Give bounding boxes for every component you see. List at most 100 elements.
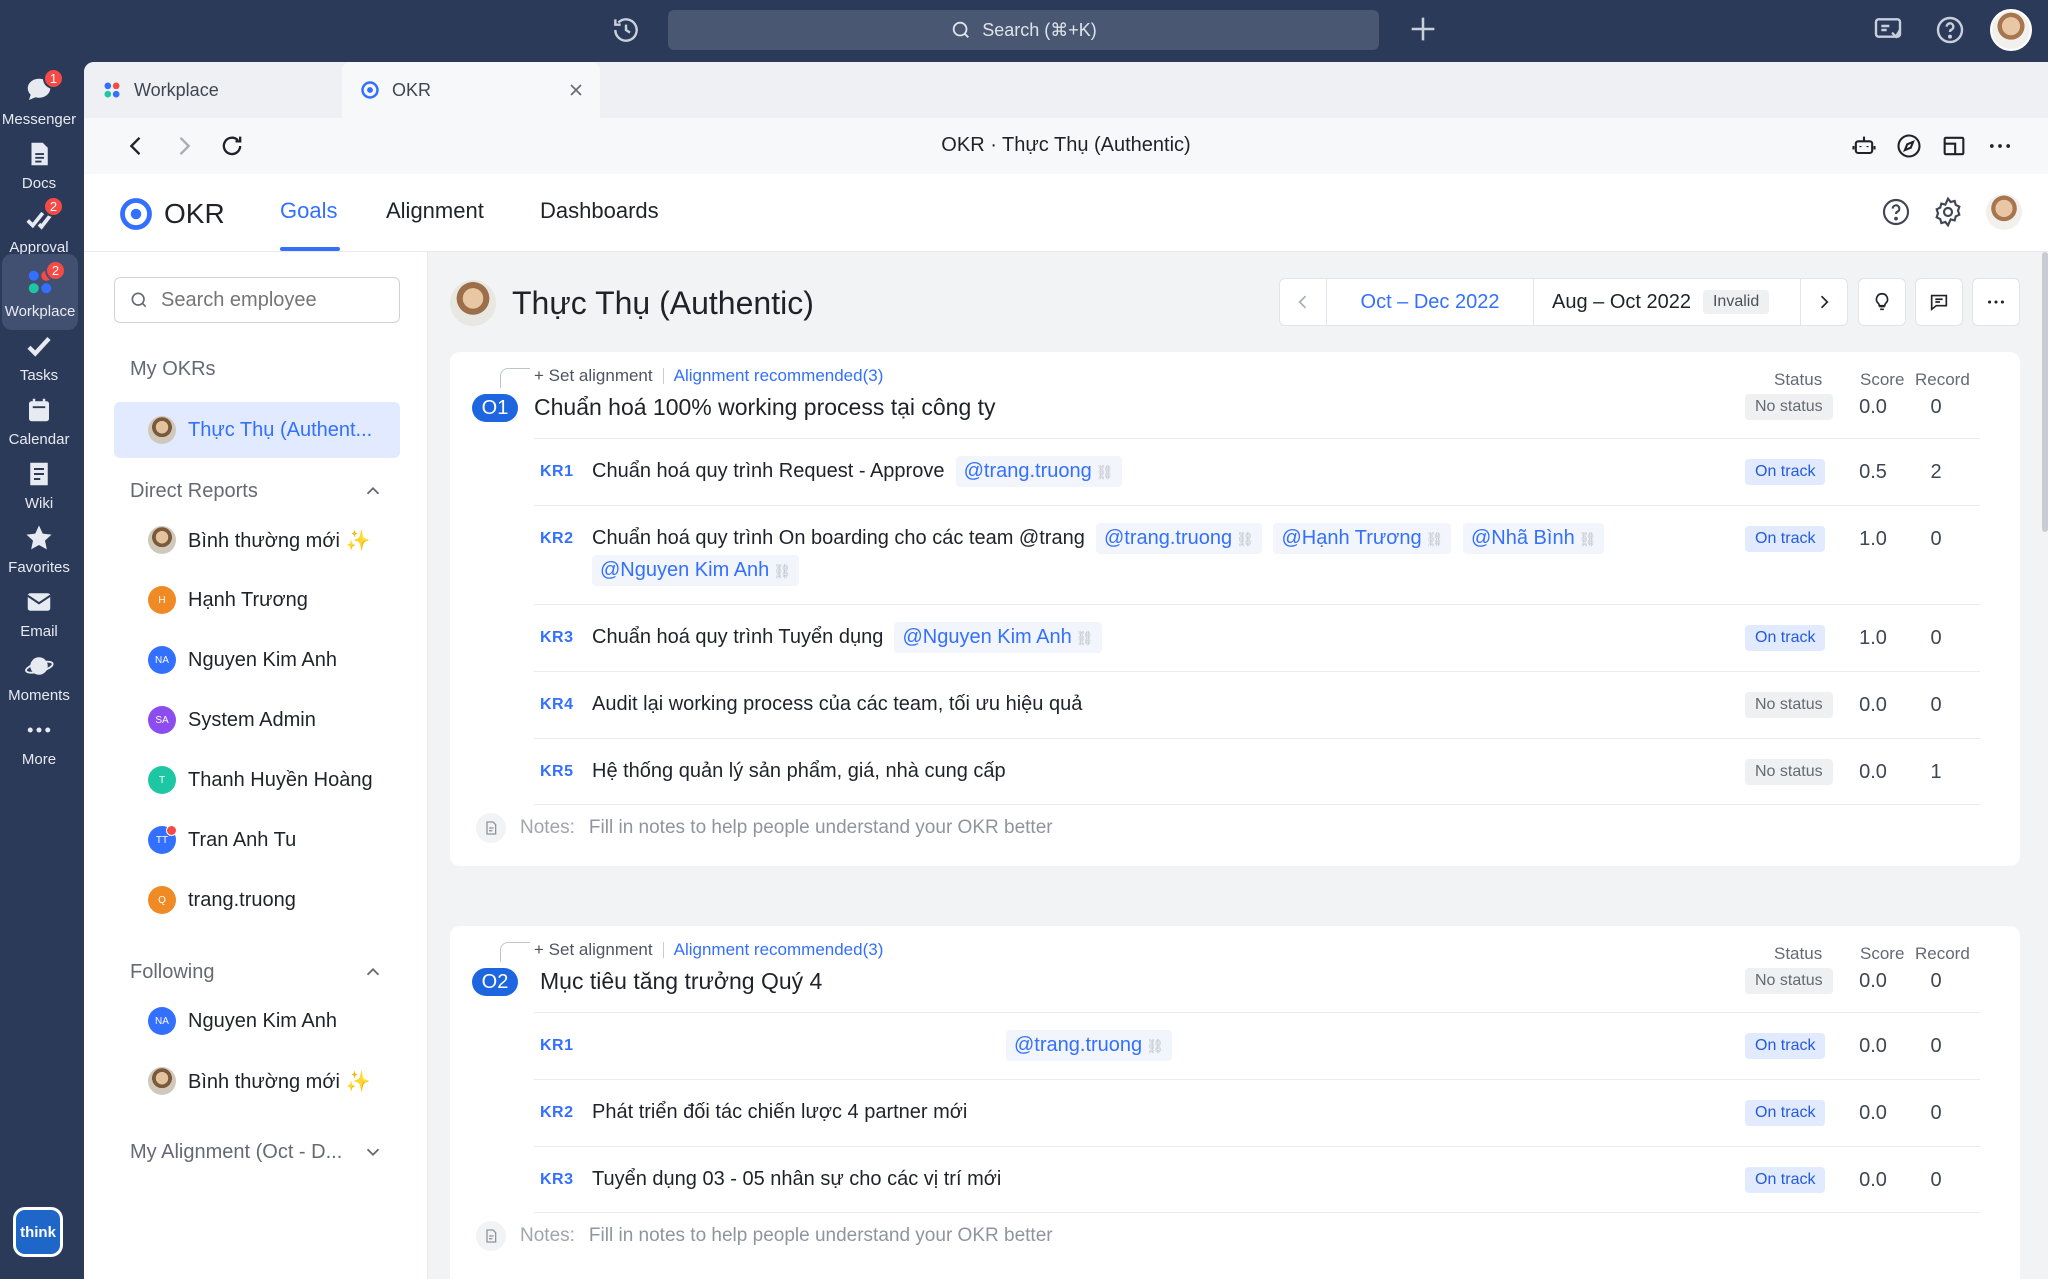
status-badge[interactable]: On track (1745, 1033, 1826, 1059)
status-badge[interactable]: On track (1745, 526, 1826, 552)
score-value[interactable]: 0.5 (1853, 461, 1893, 484)
sidebar-item-direct-report[interactable]: TT Tran Anh Tu (114, 812, 400, 868)
record-value[interactable]: 0 (1916, 1169, 1956, 1192)
period-prev-button[interactable] (1279, 278, 1327, 326)
record-value[interactable]: 0 (1916, 970, 1956, 993)
record-value[interactable]: 0 (1916, 627, 1956, 650)
screen-feedback-icon[interactable] (1872, 14, 1904, 46)
set-alignment-button[interactable]: + Set alignment (534, 940, 653, 960)
sidebar-item-direct-report[interactable]: Bình thường mới ✨ (114, 512, 400, 568)
sidebar-item-direct-report[interactable]: SA System Admin (114, 692, 400, 748)
key-result-row[interactable]: KR4 Audit lại working process của các te… (534, 671, 1980, 738)
sidebar-item-direct-report[interactable]: Q trang.truong (114, 872, 400, 928)
status-badge[interactable]: No status (1745, 968, 1833, 994)
mention-tag[interactable]: @trang.truong ⛓ (955, 456, 1122, 487)
score-value[interactable]: 0.0 (1853, 694, 1893, 717)
mention-tag[interactable]: @Nguyen Kim Anh ⛓ (592, 555, 800, 586)
mention-tag[interactable]: @trang.truong ⛓ (1095, 523, 1262, 554)
notes-field[interactable]: Notes: Fill in notes to help people unde… (476, 813, 1053, 843)
alignment-recommended-link[interactable]: Alignment recommended(3) (674, 940, 884, 960)
compass-icon[interactable] (1895, 132, 1923, 160)
tenant-logo[interactable]: think (13, 1207, 63, 1257)
user-avatar[interactable] (1986, 194, 2022, 230)
help-icon[interactable] (1934, 14, 1966, 46)
open-in-window-icon[interactable] (1940, 132, 1968, 160)
score-value[interactable]: 0.0 (1853, 396, 1893, 419)
score-value[interactable]: 0.0 (1853, 761, 1893, 784)
score-value[interactable]: 1.0 (1853, 627, 1893, 650)
more-button[interactable] (1972, 278, 2020, 326)
status-badge[interactable]: No status (1745, 394, 1833, 420)
record-value[interactable]: 0 (1916, 528, 1956, 551)
tab-dashboards[interactable]: Dashboards (540, 198, 659, 224)
period-next-button[interactable] (1800, 278, 1848, 326)
search-employee-input[interactable] (161, 288, 381, 312)
nav-more[interactable]: More (0, 702, 78, 778)
my-alignment-title[interactable]: My Alignment (Oct - D... (130, 1141, 342, 1164)
score-value[interactable]: 0.0 (1853, 1102, 1893, 1125)
record-value[interactable]: 0 (1916, 396, 1956, 419)
close-icon[interactable] (566, 80, 586, 100)
score-value[interactable]: 0.0 (1853, 1169, 1893, 1192)
key-result-row[interactable]: KR1 @trang.truong ⛓ On track 0.0 0 (534, 1012, 1980, 1079)
plus-icon[interactable] (1406, 12, 1440, 46)
mention-tag[interactable]: @Nguyen Kim Anh ⛓ (894, 622, 1102, 653)
sidebar-item-following[interactable]: NA Nguyen Kim Anh (114, 993, 400, 1049)
user-avatar[interactable] (1990, 9, 2032, 51)
key-result-row[interactable]: KR3 Chuẩn hoá quy trình Tuyển dụng @Nguy… (534, 604, 1980, 671)
mention-tag[interactable]: @Nhã Bình ⛓ (1463, 523, 1605, 554)
chevron-up-icon[interactable] (362, 480, 384, 502)
history-icon[interactable] (610, 14, 642, 46)
key-result-row[interactable]: KR2 Chuẩn hoá quy trình On boarding cho … (534, 505, 1980, 604)
mention-tag[interactable]: @trang.truong ⛓ (1006, 1030, 1172, 1061)
status-badge[interactable]: On track (1745, 459, 1826, 485)
global-search[interactable]: Search (⌘+K) (668, 10, 1379, 50)
record-value[interactable]: 1 (1916, 761, 1956, 784)
key-result-row[interactable]: KR5 Hệ thống quản lý sản phẩm, giá, nhà … (534, 738, 1980, 805)
sidebar-item-direct-report[interactable]: T Thanh Huyền Hoàng (114, 752, 400, 808)
comments-button[interactable] (1915, 278, 1963, 326)
record-value[interactable]: 0 (1916, 1102, 1956, 1125)
tab-goals[interactable]: Goals (280, 198, 337, 224)
help-icon[interactable] (1880, 196, 1912, 228)
record-value[interactable]: 0 (1916, 1035, 1956, 1058)
key-result-row[interactable]: KR1 Chuẩn hoá quy trình Request - Approv… (534, 438, 1980, 505)
scrollbar[interactable] (2042, 252, 2048, 532)
okr-logo[interactable]: OKR (118, 196, 225, 232)
alignment-recommended-link[interactable]: Alignment recommended(3) (674, 366, 884, 386)
objective-title[interactable]: Mục tiêu tăng trưởng Quý 4 (540, 968, 822, 995)
sidebar-item-direct-report[interactable]: NA Nguyen Kim Anh (114, 632, 400, 688)
status-badge[interactable]: On track (1745, 625, 1826, 651)
gear-icon[interactable] (1932, 196, 1964, 228)
sidebar-item-my-okr[interactable]: Thực Thụ (Authent... (114, 402, 400, 458)
chevron-down-icon[interactable] (362, 1141, 384, 1163)
status-badge[interactable]: On track (1745, 1100, 1826, 1126)
sidebar-item-direct-report[interactable]: H Hạnh Trương (114, 572, 400, 628)
tab-okr[interactable]: OKR (342, 62, 600, 118)
record-value[interactable]: 2 (1916, 461, 1956, 484)
key-result-row[interactable]: KR3 Tuyển dụng 03 - 05 nhân sự cho các v… (534, 1146, 1980, 1213)
employee-search[interactable] (114, 277, 400, 323)
key-result-row[interactable]: KR2 Phát triển đối tác chiến lược 4 part… (534, 1079, 1980, 1146)
score-value[interactable]: 0.0 (1853, 1035, 1893, 1058)
chevron-up-icon[interactable] (362, 961, 384, 983)
notes-field[interactable]: Notes: Fill in notes to help people unde… (476, 1221, 1053, 1251)
score-value[interactable]: 0.0 (1853, 970, 1893, 993)
status-badge[interactable]: No status (1745, 692, 1833, 718)
status-badge[interactable]: No status (1745, 759, 1833, 785)
robot-icon[interactable] (1850, 132, 1878, 160)
score-value[interactable]: 1.0 (1853, 528, 1893, 551)
period-current[interactable]: Oct – Dec 2022 (1326, 278, 1534, 326)
period-other[interactable]: Aug – Oct 2022 Invalid (1533, 278, 1801, 326)
tips-button[interactable] (1858, 278, 1906, 326)
set-alignment-button[interactable]: + Set alignment (534, 366, 653, 386)
tab-workplace[interactable]: Workplace (84, 62, 342, 118)
mention-tag[interactable]: @Hạnh Trương ⛓ (1273, 523, 1452, 554)
okr-target-icon (361, 81, 379, 99)
tab-alignment[interactable]: Alignment (386, 198, 484, 224)
objective-title[interactable]: Chuẩn hoá 100% working process tại công … (534, 394, 996, 421)
sidebar-item-following[interactable]: Bình thường mới ✨ (114, 1053, 400, 1109)
status-badge[interactable]: On track (1745, 1167, 1826, 1193)
record-value[interactable]: 0 (1916, 694, 1956, 717)
more-horizontal-icon[interactable] (1986, 132, 2014, 160)
